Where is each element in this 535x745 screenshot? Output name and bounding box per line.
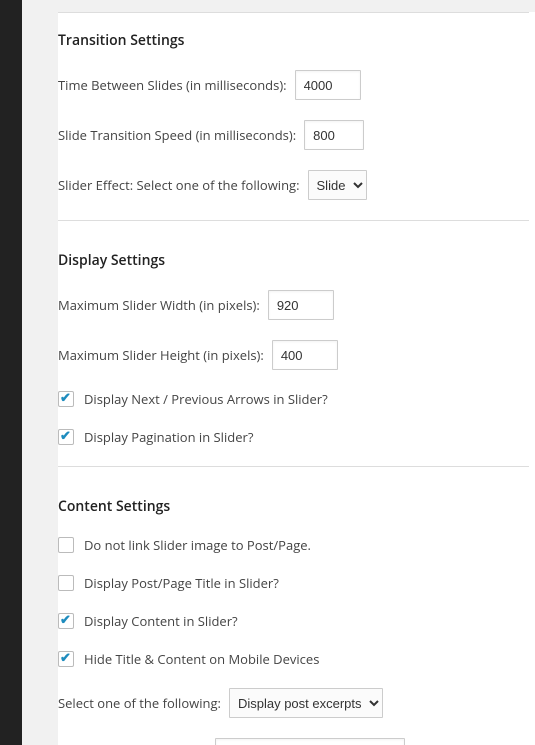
label-display-arrows[interactable]: Display Next / Previous Arrows in Slider… [84, 390, 328, 408]
checkbox-display-arrows[interactable] [58, 391, 74, 407]
section-title-content: Content Settings [58, 479, 529, 526]
label-max-height: Maximum Slider Height (in pixels): [58, 346, 264, 364]
field-show-content: Display Content in Slider? [58, 602, 529, 640]
field-slider-effect: Slider Effect: Select one of the followi… [58, 160, 529, 210]
checkbox-hide-mobile[interactable] [58, 651, 74, 667]
field-display-pagination: Display Pagination in Slider? [58, 418, 529, 456]
field-hide-mobile: Hide Title & Content on Mobile Devices [58, 640, 529, 678]
checkbox-show-content[interactable] [58, 613, 74, 629]
select-content-type[interactable]: Display post excerpts [229, 688, 383, 718]
label-slider-effect: Slider Effect: Select one of the followi… [58, 176, 300, 194]
field-no-link: Do not link Slider image to Post/Page. [58, 526, 529, 564]
label-max-width: Maximum Slider Width (in pixels): [58, 296, 260, 314]
section-display: Display Settings Maximum Slider Width (i… [58, 233, 529, 479]
field-transition-speed: Slide Transition Speed (in milliseconds)… [58, 110, 529, 160]
label-time-between: Time Between Slides (in milliseconds): [58, 76, 287, 94]
input-time-between[interactable] [295, 70, 361, 100]
field-time-between: Time Between Slides (in milliseconds): [58, 60, 529, 110]
checkbox-show-title[interactable] [58, 575, 74, 591]
label-hide-mobile[interactable]: Hide Title & Content on Mobile Devices [84, 650, 319, 668]
label-display-pagination[interactable]: Display Pagination in Slider? [84, 428, 253, 446]
field-more-text: More Text (if applicable): [58, 728, 529, 745]
label-show-title[interactable]: Display Post/Page Title in Slider? [84, 574, 279, 592]
admin-sidebar [0, 0, 22, 745]
checkbox-display-pagination[interactable] [58, 429, 74, 445]
label-content-select: Select one of the following: [58, 694, 221, 712]
input-max-width[interactable] [268, 290, 334, 320]
label-show-content[interactable]: Display Content in Slider? [84, 612, 238, 630]
field-max-width: Maximum Slider Width (in pixels): [58, 280, 529, 330]
section-transition: Transition Settings Time Between Slides … [58, 13, 529, 233]
divider [58, 466, 529, 467]
label-no-link[interactable]: Do not link Slider image to Post/Page. [84, 536, 311, 554]
input-more-text[interactable] [215, 738, 405, 745]
section-content: Content Settings Do not link Slider imag… [58, 479, 529, 745]
checkbox-no-link[interactable] [58, 537, 74, 553]
select-slider-effect[interactable]: Slide [308, 170, 367, 200]
divider [58, 220, 529, 221]
field-show-title: Display Post/Page Title in Slider? [58, 564, 529, 602]
field-content-select: Select one of the following: Display pos… [58, 678, 529, 728]
field-display-arrows: Display Next / Previous Arrows in Slider… [58, 380, 529, 418]
input-transition-speed[interactable] [304, 120, 364, 150]
input-max-height[interactable] [272, 340, 338, 370]
section-title-transition: Transition Settings [58, 13, 529, 60]
section-title-display: Display Settings [58, 233, 529, 280]
field-max-height: Maximum Slider Height (in pixels): [58, 330, 529, 380]
label-transition-speed: Slide Transition Speed (in milliseconds)… [58, 126, 296, 144]
